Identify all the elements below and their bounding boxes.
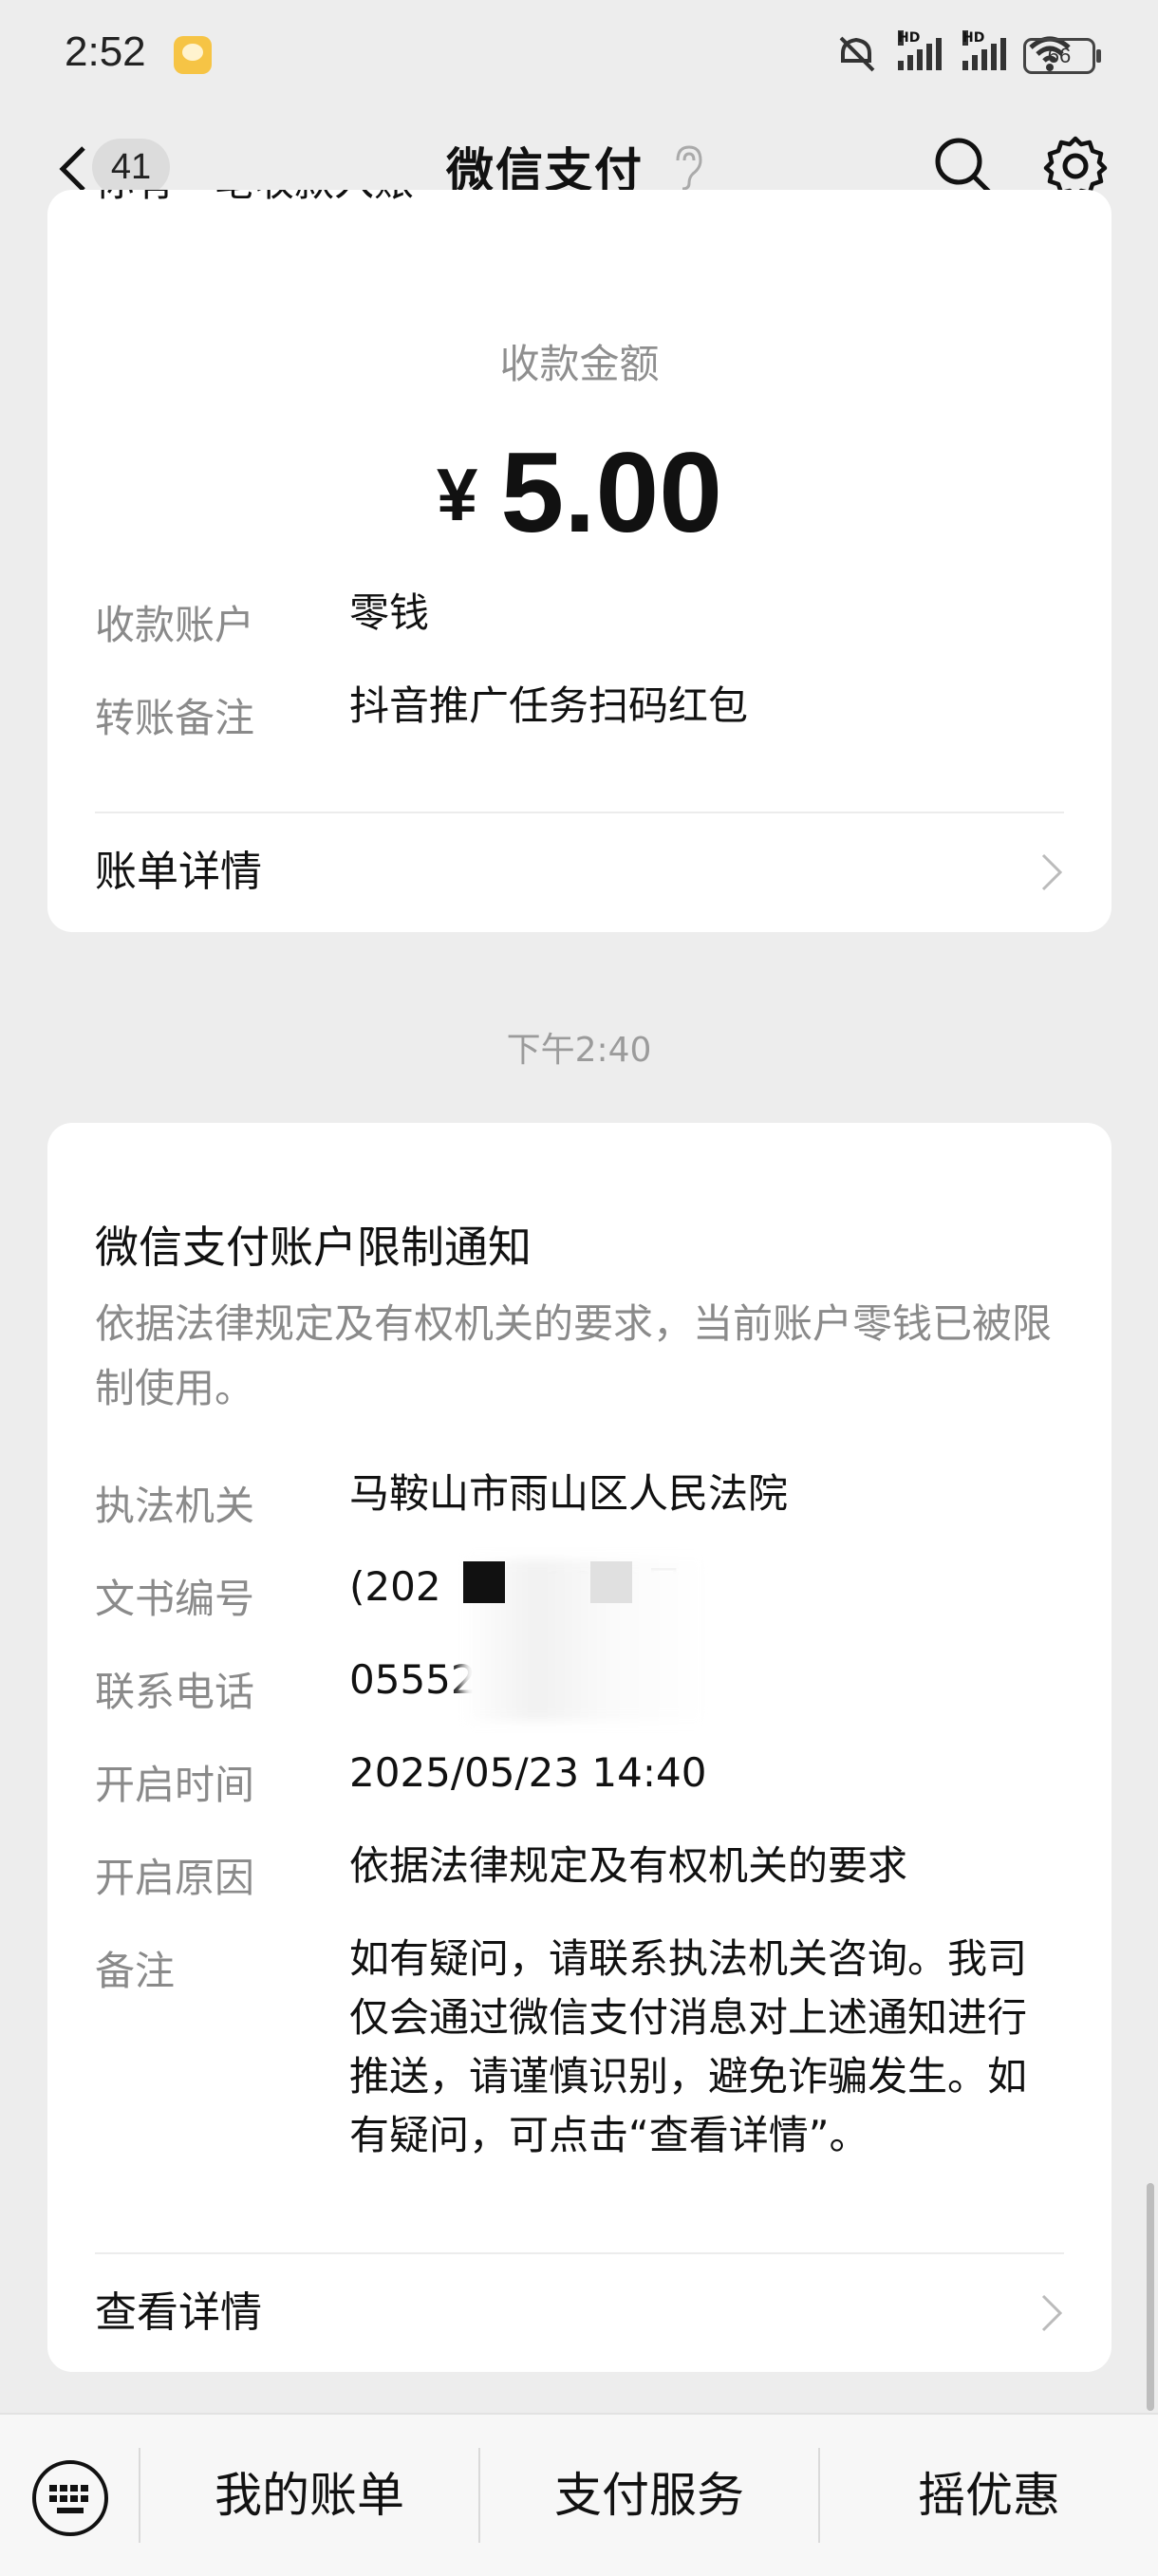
privacy-mosaic-block xyxy=(590,1561,632,1603)
detail-value: 马鞍山市雨山区人民法院 xyxy=(349,1470,789,1517)
status-time: 2:52 xyxy=(65,28,146,75)
message-timestamp: 下午2:40 xyxy=(506,1031,652,1070)
detail-key: 转账备注 xyxy=(95,695,255,741)
hd-label: HD xyxy=(898,30,921,46)
detail-value: 如有疑问，请联系执法机关咨询。我司仅会通过微信支付消息对上述通知进行推送，请谨慎… xyxy=(349,1935,1028,2158)
detail-key: 联系电话 xyxy=(95,1669,255,1715)
hd-label: HD xyxy=(962,30,985,46)
notice-description: 依据法律规定及有权机关的要求，当前账户零钱已被限制使用。 xyxy=(95,1300,1053,1411)
bill-details-link[interactable]: 账单详情 xyxy=(95,813,1064,908)
account-restriction-notice-card: 微信支付账户限制通知 依据法律规定及有权机关的要求，当前账户零钱已被限制使用。 … xyxy=(47,1123,1111,2372)
keyboard-icon[interactable] xyxy=(30,2458,110,2538)
bottom-menu: 我的账单 支付服务 摇优惠 xyxy=(0,2413,1158,2576)
app-notification-icon xyxy=(174,36,212,74)
battery-icon: 66 xyxy=(1023,38,1101,74)
chevron-right-icon xyxy=(1041,2294,1063,2332)
link-label: 查看详情 xyxy=(95,2288,262,2337)
notice-title: 微信支付账户限制通知 xyxy=(95,1222,532,1273)
detail-key: 收款账户 xyxy=(95,602,255,648)
privacy-mosaic-block xyxy=(463,1561,505,1603)
detail-key: 备注 xyxy=(95,1948,176,1994)
signal-icon-2: HD xyxy=(962,30,1006,70)
detail-value: 2025/05/23 14:40 xyxy=(349,1749,707,1796)
detail-value: 抖音推广任务扫码红包 xyxy=(349,682,749,729)
scrollbar[interactable] xyxy=(1147,2183,1154,2411)
mute-icon xyxy=(839,36,875,72)
detail-value: 零钱 xyxy=(349,589,430,636)
menu-payment-services[interactable]: 支付服务 xyxy=(480,2415,818,2576)
view-details-link[interactable]: 查看详情 xyxy=(95,2254,1064,2349)
amount-number: 5.00 xyxy=(500,429,722,556)
signal-icon-1: HD xyxy=(898,30,942,70)
chevron-right-icon xyxy=(1041,853,1063,891)
ear-icon xyxy=(676,145,702,191)
menu-my-bills[interactable]: 我的账单 xyxy=(140,2415,478,2576)
status-bar: 2:52 HD HD 66 xyxy=(0,0,1158,114)
search-icon[interactable] xyxy=(932,135,995,197)
unread-count-badge[interactable]: 41 xyxy=(92,139,170,196)
detail-key: 开启时间 xyxy=(95,1762,255,1808)
detail-key: 文书编号 xyxy=(95,1576,255,1622)
currency-symbol: ¥ xyxy=(437,453,478,536)
amount-value: ¥5.00 xyxy=(47,427,1111,558)
detail-value: 依据法律规定及有权机关的要求 xyxy=(349,1842,908,1889)
link-label: 账单详情 xyxy=(95,848,262,896)
detail-key: 执法机关 xyxy=(95,1483,255,1529)
payment-received-card: 你有一笔收款入账 收款金额 ¥5.00 收款账户 零钱 转账备注 抖音推广任务扫… xyxy=(47,190,1111,932)
amount-label: 收款金额 xyxy=(499,341,660,387)
detail-key: 开启原因 xyxy=(95,1855,255,1901)
card-title: 你有一笔收款入账 xyxy=(95,190,414,208)
menu-shake-offers[interactable]: 摇优惠 xyxy=(820,2415,1158,2576)
